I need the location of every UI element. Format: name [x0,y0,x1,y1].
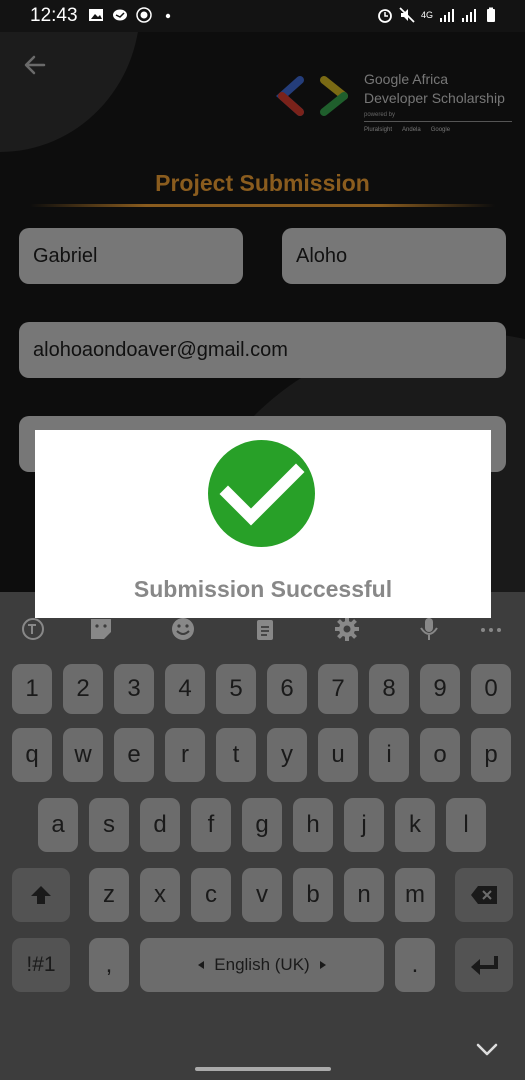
key-i[interactable]: i [369,728,409,782]
email-field[interactable]: alohoaondoaver@gmail.com [19,322,506,378]
system-icons: 4G [377,7,499,23]
navigation-bar [0,1020,525,1080]
key-r[interactable]: r [165,728,205,782]
key-j[interactable]: j [344,798,384,852]
message-icon [113,9,127,21]
key-d[interactable]: d [140,798,180,852]
key-q[interactable]: q [12,728,52,782]
key-w[interactable]: w [63,728,103,782]
logo-title: Google Africa Developer Scholarship [364,70,505,108]
partner-pluralsight: Pluralsight [364,127,393,133]
signal-icon [440,9,454,22]
key-6[interactable]: 6 [267,664,307,714]
home-gesture-pill[interactable] [195,1067,331,1071]
settings-gear-icon[interactable] [334,616,360,642]
key-c[interactable]: c [191,868,231,922]
key-k[interactable]: k [395,798,435,852]
screen: 12:43 4G Google Africa Developer Scholar… [0,0,525,1080]
title-underline [30,204,495,207]
alarm-icon [378,9,392,23]
sticker-icon[interactable] [88,616,114,642]
back-arrow-icon[interactable] [22,52,48,78]
background-shape [0,32,140,152]
language-right-arrow-icon [319,961,326,969]
shift-key[interactable] [12,868,70,922]
dialog-message: Submission Successful [133,576,393,602]
last-name-field[interactable]: Aloho [282,228,506,284]
key-f[interactable]: f [191,798,231,852]
network-type: 4G [420,10,433,20]
microphone-icon[interactable] [416,616,442,642]
key-v[interactable]: v [242,868,282,922]
key-8[interactable]: 8 [369,664,409,714]
key-u[interactable]: u [318,728,358,782]
key-0[interactable]: 0 [471,664,511,714]
clipboard-icon[interactable] [252,616,278,642]
success-check-icon [208,440,315,547]
gallery-icon [89,9,103,21]
enter-icon [471,956,498,975]
shift-arrow-icon [31,886,51,904]
key-e[interactable]: e [114,728,154,782]
key-g[interactable]: g [242,798,282,852]
key-7[interactable]: 7 [318,664,358,714]
space-language-label: English (UK) [214,955,310,974]
enter-key[interactable] [455,938,513,992]
logo-powered-by: powered by [364,112,396,118]
mute-icon [399,7,415,23]
partner-google: Google [430,127,451,133]
more-options-icon[interactable] [478,616,504,642]
success-dialog: Submission Successful [35,430,491,618]
status-bar: 12:43 4G [0,0,525,32]
key-p[interactable]: p [471,728,511,782]
app-icon [136,7,152,23]
logo-title-line2: Developer Scholarship [364,90,505,106]
key-5[interactable]: 5 [216,664,256,714]
page-title: Project Submission [155,170,370,196]
period-key[interactable]: . [395,938,435,992]
key-4[interactable]: 4 [165,664,205,714]
key-n[interactable]: n [344,868,384,922]
key-a[interactable]: a [38,798,78,852]
first-name-field[interactable]: Gabriel [19,228,243,284]
key-9[interactable]: 9 [420,664,460,714]
battery-icon [487,7,495,22]
key-o[interactable]: o [420,728,460,782]
more-dot-icon [165,13,171,19]
translate-icon[interactable] [20,616,46,642]
logo-partners: Pluralsight Andela Google [364,127,450,133]
signal-2-icon [462,9,476,22]
notification-icons [88,7,176,23]
partner-andela: Andela [402,127,421,133]
logo-divider [364,121,512,122]
key-s[interactable]: s [89,798,129,852]
symbols-key[interactable]: !#1 [12,938,70,992]
hide-keyboard-chevron-icon[interactable] [475,1040,499,1060]
key-3[interactable]: 3 [114,664,154,714]
key-1[interactable]: 1 [12,664,52,714]
key-b[interactable]: b [293,868,333,922]
backspace-key[interactable] [455,868,513,922]
backspace-icon [471,886,497,904]
comma-key[interactable]: , [89,938,129,992]
logo-title-line1: Google Africa [364,71,449,87]
gads-brackets-icon [276,76,348,116]
key-2[interactable]: 2 [63,664,103,714]
space-bar[interactable]: English (UK) [140,938,384,992]
status-time: 12:43 [30,5,78,26]
key-y[interactable]: y [267,728,307,782]
emoji-icon[interactable] [170,616,196,642]
key-h[interactable]: h [293,798,333,852]
key-x[interactable]: x [140,868,180,922]
language-left-arrow-icon [198,961,205,969]
key-t[interactable]: t [216,728,256,782]
key-m[interactable]: m [395,868,435,922]
gads-logo: Google Africa Developer Scholarship powe… [276,70,516,140]
key-z[interactable]: z [89,868,129,922]
keyboard: 1 2 3 4 5 6 7 8 9 0 q w e r t y u i o p … [0,592,525,1080]
key-l[interactable]: l [446,798,486,852]
